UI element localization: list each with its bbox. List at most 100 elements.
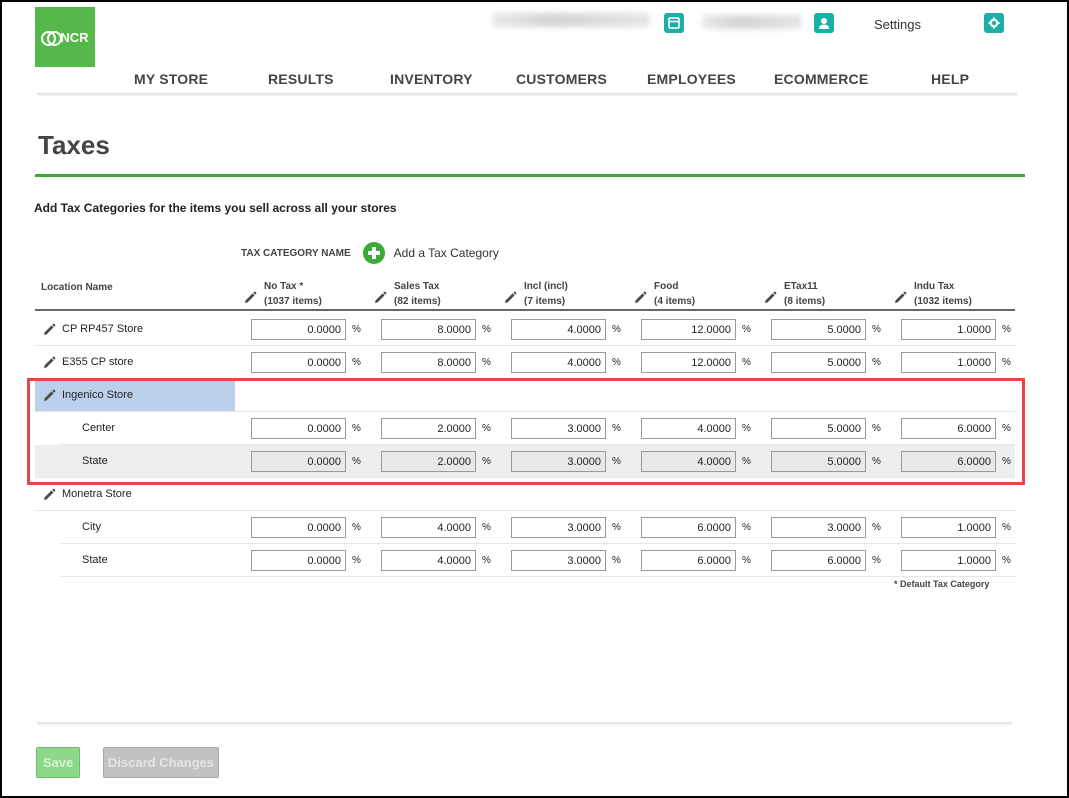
user-icon[interactable] xyxy=(814,13,834,33)
tax-rate-input[interactable] xyxy=(901,418,996,439)
location-name[interactable]: CP RP457 Store xyxy=(62,323,143,335)
tax-rate-input[interactable] xyxy=(771,319,866,340)
tax-rate-cell: % xyxy=(251,451,361,472)
tax-rate-input[interactable] xyxy=(381,418,476,439)
tax-rate-input[interactable] xyxy=(511,451,606,472)
tax-rate-cell: % xyxy=(381,517,491,538)
edit-pencil-icon[interactable] xyxy=(503,291,517,305)
tax-rate-input[interactable] xyxy=(381,319,476,340)
store-icon[interactable] xyxy=(664,13,684,33)
tax-rate-cell: % xyxy=(511,319,621,340)
tax-rate-input[interactable] xyxy=(251,517,346,538)
page-title: Taxes xyxy=(38,130,110,160)
tax-rate-cell: % xyxy=(771,517,881,538)
nav-customers[interactable]: CUSTOMERS xyxy=(516,71,607,87)
percent-label: % xyxy=(872,357,881,368)
edit-pencil-icon[interactable] xyxy=(42,323,56,337)
edit-pencil-icon[interactable] xyxy=(42,356,56,370)
location-name[interactable]: Monetra Store xyxy=(62,488,132,500)
tax-rate-cell: % xyxy=(901,550,1011,571)
tax-rate-input[interactable] xyxy=(901,550,996,571)
nav-my-store[interactable]: MY STORE xyxy=(134,71,208,87)
tax-rate-input[interactable] xyxy=(381,352,476,373)
tax-rate-input[interactable] xyxy=(641,319,736,340)
tax-rate-cell: % xyxy=(251,319,361,340)
tax-rate-input[interactable] xyxy=(511,418,606,439)
percent-label: % xyxy=(1002,357,1011,368)
logo-text: NCR xyxy=(60,29,89,45)
tax-rate-input[interactable] xyxy=(641,517,736,538)
location-name[interactable]: E355 CP store xyxy=(62,356,133,368)
percent-label: % xyxy=(352,423,361,434)
store-row: CP RP457 Store%%%%%% xyxy=(35,313,1015,346)
tax-rate-input[interactable] xyxy=(381,550,476,571)
tax-rate-cell: % xyxy=(771,418,881,439)
edit-pencil-icon[interactable] xyxy=(763,291,777,305)
nav-help[interactable]: HELP xyxy=(931,71,969,87)
jurisdiction-name: State xyxy=(82,554,108,566)
edit-pencil-icon[interactable] xyxy=(373,291,387,305)
table-header: Location Name No Tax * (1037 items) Sales … xyxy=(35,278,1015,311)
percent-label: % xyxy=(872,456,881,467)
edit-pencil-icon[interactable] xyxy=(243,291,257,305)
tax-rate-input[interactable] xyxy=(641,451,736,472)
nav-inventory[interactable]: INVENTORY xyxy=(390,71,473,87)
discard-changes-button[interactable]: Discard Changes xyxy=(103,747,219,778)
tax-rate-input[interactable] xyxy=(771,517,866,538)
column-name: No Tax * xyxy=(264,281,304,292)
settings-link[interactable]: Settings xyxy=(874,17,921,32)
tax-rate-input[interactable] xyxy=(771,418,866,439)
percent-label: % xyxy=(612,357,621,368)
page-subtitle: Add Tax Categories for the items you sel… xyxy=(34,201,397,215)
percent-label: % xyxy=(872,324,881,335)
edit-pencil-icon[interactable] xyxy=(633,291,647,305)
nav-ecommerce[interactable]: ECOMMERCE xyxy=(774,71,868,87)
nav-results[interactable]: RESULTS xyxy=(268,71,334,87)
tax-rate-input[interactable] xyxy=(251,550,346,571)
percent-label: % xyxy=(742,456,751,467)
percent-label: % xyxy=(742,522,751,533)
tax-rate-cell: % xyxy=(641,418,751,439)
tax-rate-input[interactable] xyxy=(511,550,606,571)
tax-rate-input[interactable] xyxy=(511,319,606,340)
tax-rate-input[interactable] xyxy=(511,517,606,538)
tax-rate-cell: % xyxy=(511,517,621,538)
percent-label: % xyxy=(872,555,881,566)
column-item-count: (4 items) xyxy=(654,296,696,307)
percent-label: % xyxy=(482,423,491,434)
tax-rate-input[interactable] xyxy=(641,550,736,571)
tax-rate-input[interactable] xyxy=(641,418,736,439)
tax-rate-input[interactable] xyxy=(511,352,606,373)
tax-rate-input[interactable] xyxy=(771,451,866,472)
column-item-count: (1037 items) xyxy=(264,296,322,307)
tax-rate-input[interactable] xyxy=(901,517,996,538)
percent-label: % xyxy=(352,324,361,335)
tax-rate-input[interactable] xyxy=(771,550,866,571)
edit-pencil-icon[interactable] xyxy=(42,488,56,502)
gear-icon[interactable] xyxy=(984,13,1004,33)
add-tax-category-link[interactable]: Add a Tax Category xyxy=(394,246,499,260)
edit-pencil-icon[interactable] xyxy=(42,389,56,403)
tax-rate-input[interactable] xyxy=(251,418,346,439)
tax-rate-input[interactable] xyxy=(771,352,866,373)
tax-rate-cell: % xyxy=(381,352,491,373)
ncr-logo[interactable]: NCR xyxy=(35,7,95,67)
percent-label: % xyxy=(1002,522,1011,533)
tax-subrow: Center%%%%%% xyxy=(60,412,1015,445)
tax-rate-input[interactable] xyxy=(901,352,996,373)
tax-rate-input[interactable] xyxy=(901,319,996,340)
tax-rate-input[interactable] xyxy=(251,451,346,472)
add-circle-icon[interactable] xyxy=(362,242,385,264)
tax-rate-input[interactable] xyxy=(251,319,346,340)
tax-rate-input[interactable] xyxy=(251,352,346,373)
title-divider xyxy=(35,174,1025,177)
tax-rate-input[interactable] xyxy=(901,451,996,472)
tax-rate-input[interactable] xyxy=(381,451,476,472)
tax-rate-input[interactable] xyxy=(641,352,736,373)
location-name[interactable]: Ingenico Store xyxy=(62,389,133,401)
edit-pencil-icon[interactable] xyxy=(893,291,907,305)
save-button[interactable]: Save xyxy=(36,747,80,778)
nav-employees[interactable]: EMPLOYEES xyxy=(647,71,736,87)
column-name: ETax11 xyxy=(784,281,818,292)
tax-rate-input[interactable] xyxy=(381,517,476,538)
